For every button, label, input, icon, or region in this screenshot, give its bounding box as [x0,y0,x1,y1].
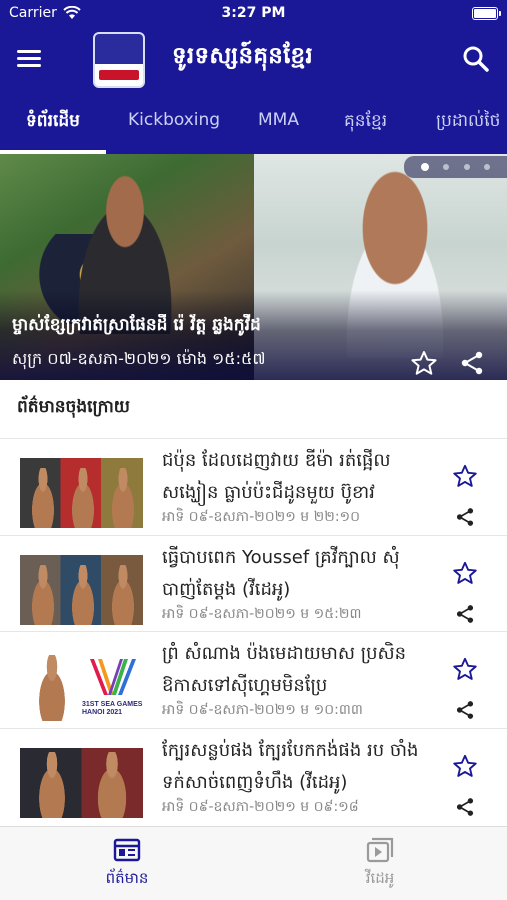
thumb-person [106,468,140,528]
thumb-person [106,564,140,625]
bookmark-button[interactable] [452,463,478,489]
article-headline: ក្បែរសន្លប់ផង ក្បែរបែកកង់ផង រប ចាំង ទក់ស… [162,739,419,793]
hamburger-line [17,57,41,60]
article-item[interactable]: ធ្វើបាបពេក Youssef គ្រវីក្បាល សុំបាញ់តែម… [0,534,507,632]
bottom-tab-videos-label: វីដេអូ [365,869,395,887]
hamburger-menu-icon [17,50,41,53]
hamburger-line [17,64,41,67]
status-bar: Carrier 3:27 PM [0,0,507,28]
article-headline: ព្រំ សំណាង ប៉ងមេដាយមាស ប្រសិនឱកាសទៅស៊ីហ្… [162,643,407,696]
bottom-tab-bar: ព័ត៌មាន វីដេអូ [0,826,507,900]
sea-games-line1: 31ST SEA GAMES [82,701,143,708]
category-tabs: ទំព័រដើម Kickboxing MMA គុនខ្មែរ ប្រដាល់… [0,94,507,154]
article-headline: ធ្វើបាបពេក Youssef គ្រវីក្បាល សុំបាញ់តែម… [162,546,400,600]
logo-ribbon [99,70,139,80]
share-icon [456,701,474,719]
carousel-dot [483,164,490,170]
article-headline: ជប៉ុន ដែលដេញវាយ ឌីម៉ា រត់ផ្អើល សង្ឃៀន ធ្… [162,450,391,503]
battery-icon [472,7,501,20]
thumb-person [26,468,60,528]
article-thumbnail: 31ST SEA GAMES HANOI 2021 [20,651,143,721]
sea-games-line2: HANOI 2021 [82,709,123,716]
app-bar: ទូរទស្សន៍គុនខ្មែរ [0,28,507,94]
hero-bookmark-button[interactable] [410,350,438,376]
sea-games-caption: 31ST SEA GAMES HANOI 2021 [82,701,142,717]
star-icon [453,464,477,487]
article-item[interactable]: ក្បែរសន្លប់ផង ក្បែរបែកកង់ផង រប ចាំង ទក់ស… [0,727,507,825]
bookmark-button[interactable] [452,560,478,586]
thumb-person [26,564,60,625]
logo-top [95,34,143,64]
share-button[interactable] [455,604,475,624]
search-icon [463,46,489,72]
tab-mma[interactable]: MMA [258,110,299,130]
status-time: 3:27 PM [221,5,286,21]
article-item[interactable]: 31ST SEA GAMES HANOI 2021 ព្រំ សំណាង ប៉ង… [0,631,507,728]
hero-banner[interactable]: ម្ចាស់ខ្សែក្រវាត់ស្រាផែនដី រ៉េ វ័ត្ត ឆ្ល… [0,154,507,380]
video-play-icon [366,837,394,863]
thumb-person [32,655,72,721]
tab-khmer-boxing[interactable]: គុនខ្មែរ [344,110,387,135]
search-button[interactable] [461,44,491,74]
hero-share-button[interactable] [459,350,485,376]
hero-title: ម្ចាស់ខ្សែក្រវាត់ស្រាផែនដី រ៉េ វ័ត្ត ឆ្ល… [12,315,261,335]
hero-date: សុក្រ ០៧-ឧសភា-២០២១ ម៉ោង ១៥:៥៧ [12,349,266,368]
carousel-dot [463,164,470,170]
share-icon [461,351,483,375]
article-item[interactable]: ជប៉ុន ដែលដេញវាយ ឌីម៉ា រត់ផ្អើល សង្ឃៀន ធ្… [0,438,507,535]
star-icon [453,754,477,777]
app-title: ទូរទស្សន៍គុនខ្មែរ [172,43,313,69]
article-date: អាទិ ០៩-ឧសភា-២០២១ ម ១៥:២៣ [162,605,362,622]
bookmark-button[interactable] [452,656,478,682]
bottom-tab-news[interactable]: ព័ត៌មាន [67,837,187,891]
tab-home[interactable]: ទំព័រដើម [26,110,80,135]
tab-thai-boxing[interactable]: ប្រដាល់ថៃ [436,110,500,135]
share-icon [456,508,474,526]
share-button[interactable] [455,507,475,527]
star-icon [411,351,437,375]
article-thumbnail [20,747,143,818]
thumb-person [90,751,134,818]
share-icon [456,604,474,623]
header: Carrier 3:27 PM ទូរទស្សន៍គុនខ្មែរ ទំព័រដ… [0,0,507,154]
carousel-dot [421,163,430,171]
newspaper-icon [113,838,141,862]
share-button[interactable] [455,700,475,720]
thumb-person [66,468,100,528]
thumb-person [32,751,72,818]
article-thumbnail [20,554,143,625]
app-logo [93,32,145,88]
carousel-dot [443,164,450,170]
article-list: ជប៉ុន ដែលដេញវាយ ឌីម៉ា រត់ផ្អើល សង្ឃៀន ធ្… [0,438,507,824]
tab-kickboxing[interactable]: Kickboxing [128,110,220,130]
article-thumbnail [20,458,143,528]
article-date: អាទិ ០៩-ឧសភា-២០២១ ម ០៩:១៨ [162,798,359,815]
thumb-person [66,564,100,625]
bottom-tab-news-label: ព័ត៌មាន [105,869,149,887]
sea-games-logo [90,659,136,695]
article-date: អាទិ ០៩-ឧសភា-២០២១ ម ២២:១០ [162,509,361,525]
share-icon [456,797,474,816]
share-button[interactable] [455,797,475,817]
bookmark-button[interactable] [452,753,478,779]
latest-news-heading: ព័ត៌មានចុងក្រោយ [17,397,130,417]
star-icon [453,561,477,584]
menu-button[interactable] [17,46,51,76]
bottom-tab-videos[interactable]: វីដេអូ [320,837,440,891]
carousel-indicator[interactable] [404,156,507,178]
star-icon [453,657,477,680]
article-date: អាទិ ០៩-ឧសភា-២០២១ ម ១០:៣៣ [162,702,363,718]
